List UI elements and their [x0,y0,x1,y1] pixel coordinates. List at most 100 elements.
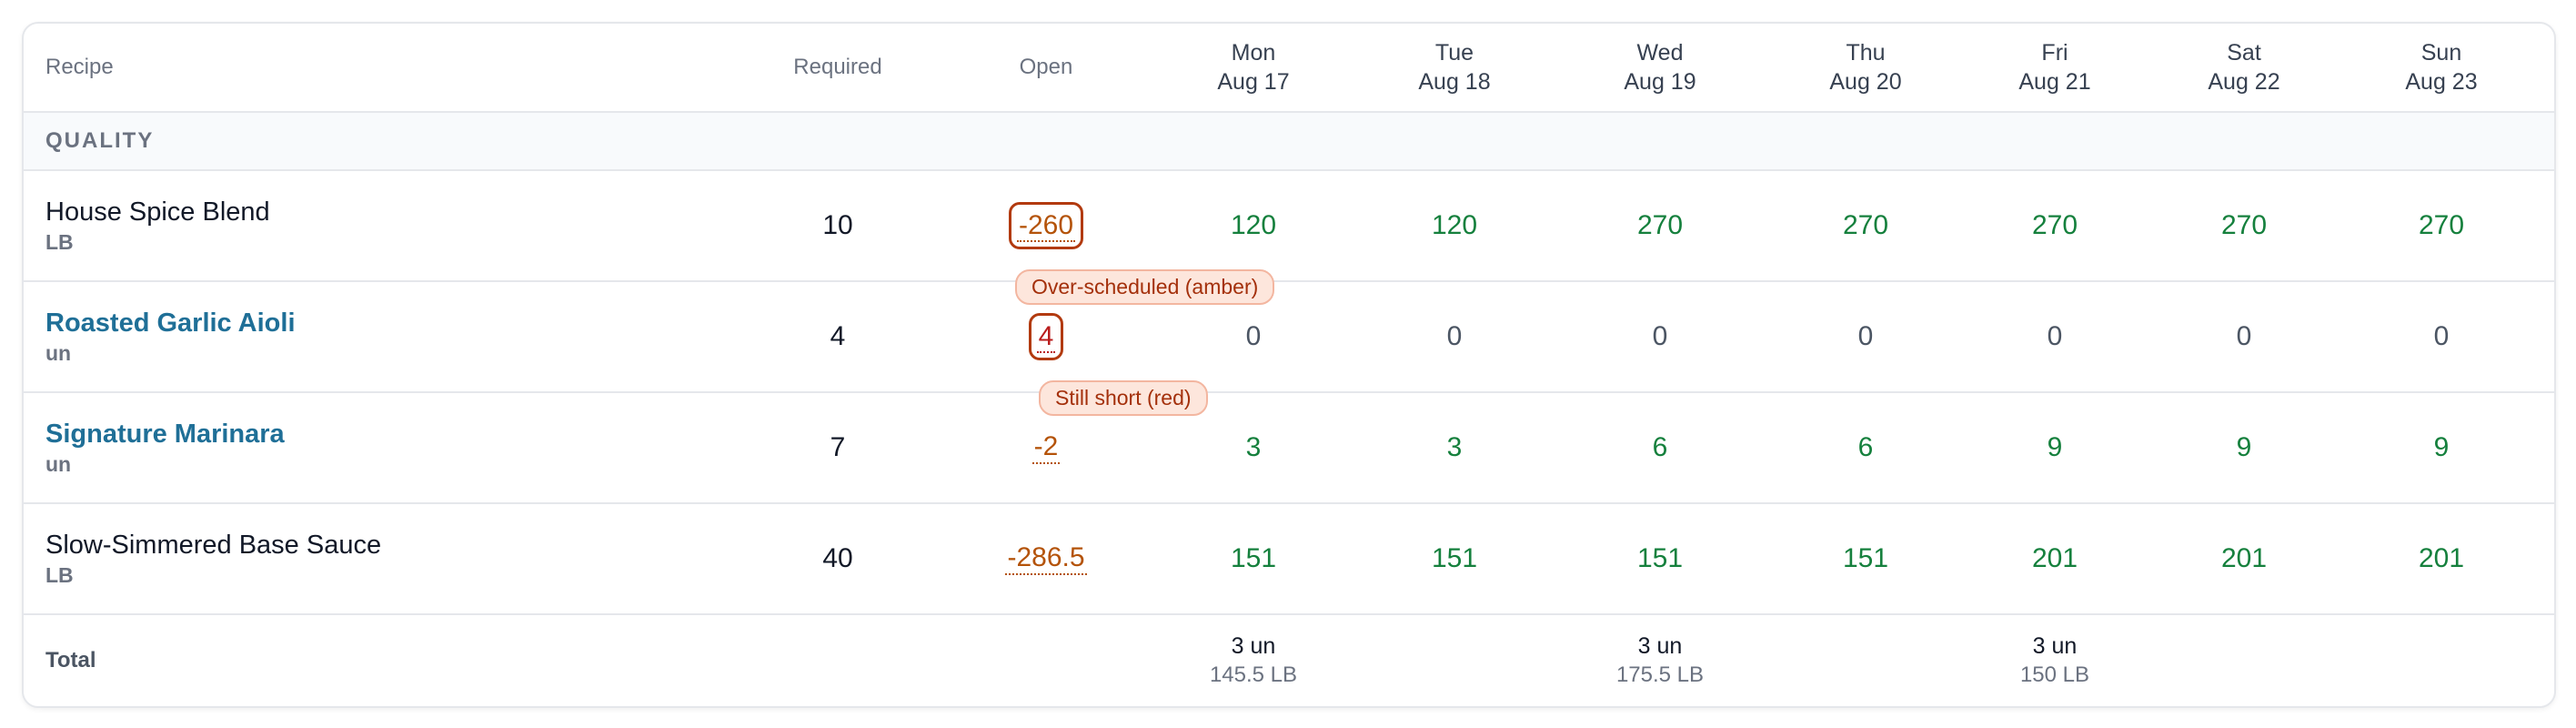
open-value[interactable]: -2 [1031,431,1061,464]
header-day-date: Aug 18 [1418,69,1491,95]
open-value[interactable]: 4 [1036,321,1056,353]
open-value[interactable]: -286.5 [1005,542,1087,575]
recipe-name-link[interactable]: Signature Marinara [45,418,285,450]
open-cell: 4 [937,313,1155,360]
header-day-name: Sun [2420,40,2462,66]
header-day-tue: Tue Aug 18 [1352,38,1557,96]
day-value: 0 [1245,321,1262,351]
day-value: 3 [1245,432,1262,462]
required-cell: 7 [739,432,937,463]
required-value: 40 [822,543,853,573]
day-value: 9 [2433,432,2450,462]
day-value: 6 [1652,432,1668,462]
recipe-cell: House Spice Blend LB [24,196,739,256]
header-day-name: Thu [1846,40,1886,66]
recipe-unit: LB [45,563,74,587]
open-value[interactable]: -260 [1016,210,1076,242]
day-cell: 0 [1557,321,1763,352]
header-day-name: Wed [1636,40,1684,66]
day-cell: 0 [1763,321,1968,352]
day-cell: 270 [1557,210,1763,241]
day-value: 9 [2047,432,2063,462]
total-units: 3 un [1231,633,1276,659]
header-recipe: Recipe [24,55,739,80]
highlight-box: -260 [1008,202,1084,249]
day-cell: 201 [1968,543,2141,574]
day-cell: 9 [2347,432,2536,463]
total-label: Total [45,648,96,672]
day-cell: 0 [2347,321,2536,352]
day-value: 0 [2433,321,2450,351]
section-label-cell: QUALITY [24,128,739,154]
table-row: Slow-Simmered Base Sauce LB 40 -286.5 15… [24,504,2554,615]
day-cell: 151 [1557,543,1763,574]
day-value: 3 [1446,432,1463,462]
day-value: 0 [1652,321,1668,351]
total-day-cell: 3 un 175.5 LB [1557,632,1763,690]
total-units: 3 un [2032,633,2078,659]
day-value: 270 [2418,210,2465,240]
header-day-date: Aug 23 [2405,69,2478,95]
day-value: 270 [1842,210,1889,240]
header-required: Required [739,55,937,80]
open-cell: -260 [937,202,1155,249]
header-recipe-label: Recipe [45,55,114,79]
header-day-mon: Mon Aug 17 [1155,38,1352,96]
day-cell: 9 [1968,432,2141,463]
day-cell: 0 [1352,321,1557,352]
day-value: 151 [1431,543,1478,573]
total-units: 3 un [1637,633,1683,659]
total-weight: 175.5 LB [1615,662,1705,687]
day-cell: 270 [2141,210,2347,241]
header-day-date: Aug 22 [2208,69,2280,95]
day-value: 201 [2418,543,2465,573]
recipe-unit: LB [45,230,74,254]
day-value: 201 [2031,543,2078,573]
day-value: 120 [1230,210,1277,240]
day-cell: 3 [1352,432,1557,463]
recipe-cell: Roasted Garlic Aioli un [24,307,739,367]
day-value: 151 [1842,543,1889,573]
header-day-name: Fri [2041,40,2068,66]
table-header: Recipe Required Open Mon Aug 17 Tue Aug … [24,24,2554,113]
required-cell: 10 [739,210,937,241]
recipe-name: House Spice Blend [45,197,270,227]
day-cell: 151 [1352,543,1557,574]
day-cell: 0 [2141,321,2347,352]
header-day-name: Tue [1434,40,1474,66]
highlight-box: 4 [1028,313,1064,360]
day-value: 270 [2031,210,2078,240]
required-cell: 4 [739,321,937,352]
open-cell: -2 [937,431,1155,464]
day-value: 0 [2236,321,2252,351]
day-cell: 3 [1155,432,1352,463]
header-day-name: Sat [2227,40,2261,66]
total-weight: 150 LB [2019,662,2090,687]
day-cell: 151 [1763,543,1968,574]
header-day-name: Mon [1231,40,1276,66]
day-cell: 151 [1155,543,1352,574]
day-cell: 9 [2141,432,2347,463]
header-day-date: Aug 19 [1624,69,1696,95]
header-open: Open [937,55,1155,80]
tooltip-over-scheduled: Over-scheduled (amber) [1015,269,1275,305]
recipe-cell: Signature Marinara un [24,418,739,478]
day-cell: 270 [2347,210,2536,241]
day-value: 151 [1230,543,1277,573]
required-value: 7 [830,432,846,462]
header-day-date: Aug 20 [1829,69,1902,95]
recipe-name-link[interactable]: Roasted Garlic Aioli [45,307,296,339]
day-value: 201 [2220,543,2268,573]
day-cell: 6 [1557,432,1763,463]
required-value: 10 [822,210,853,240]
day-cell: 120 [1155,210,1352,241]
header-day-date: Aug 21 [2018,69,2091,95]
day-value: 270 [2220,210,2268,240]
required-cell: 40 [739,543,937,574]
total-day-cell: 3 un 145.5 LB [1155,632,1352,690]
header-day-date: Aug 17 [1217,69,1290,95]
day-value: 0 [2047,321,2063,351]
recipe-unit: un [45,452,72,476]
day-cell: 120 [1352,210,1557,241]
header-day-wed: Wed Aug 19 [1557,38,1763,96]
